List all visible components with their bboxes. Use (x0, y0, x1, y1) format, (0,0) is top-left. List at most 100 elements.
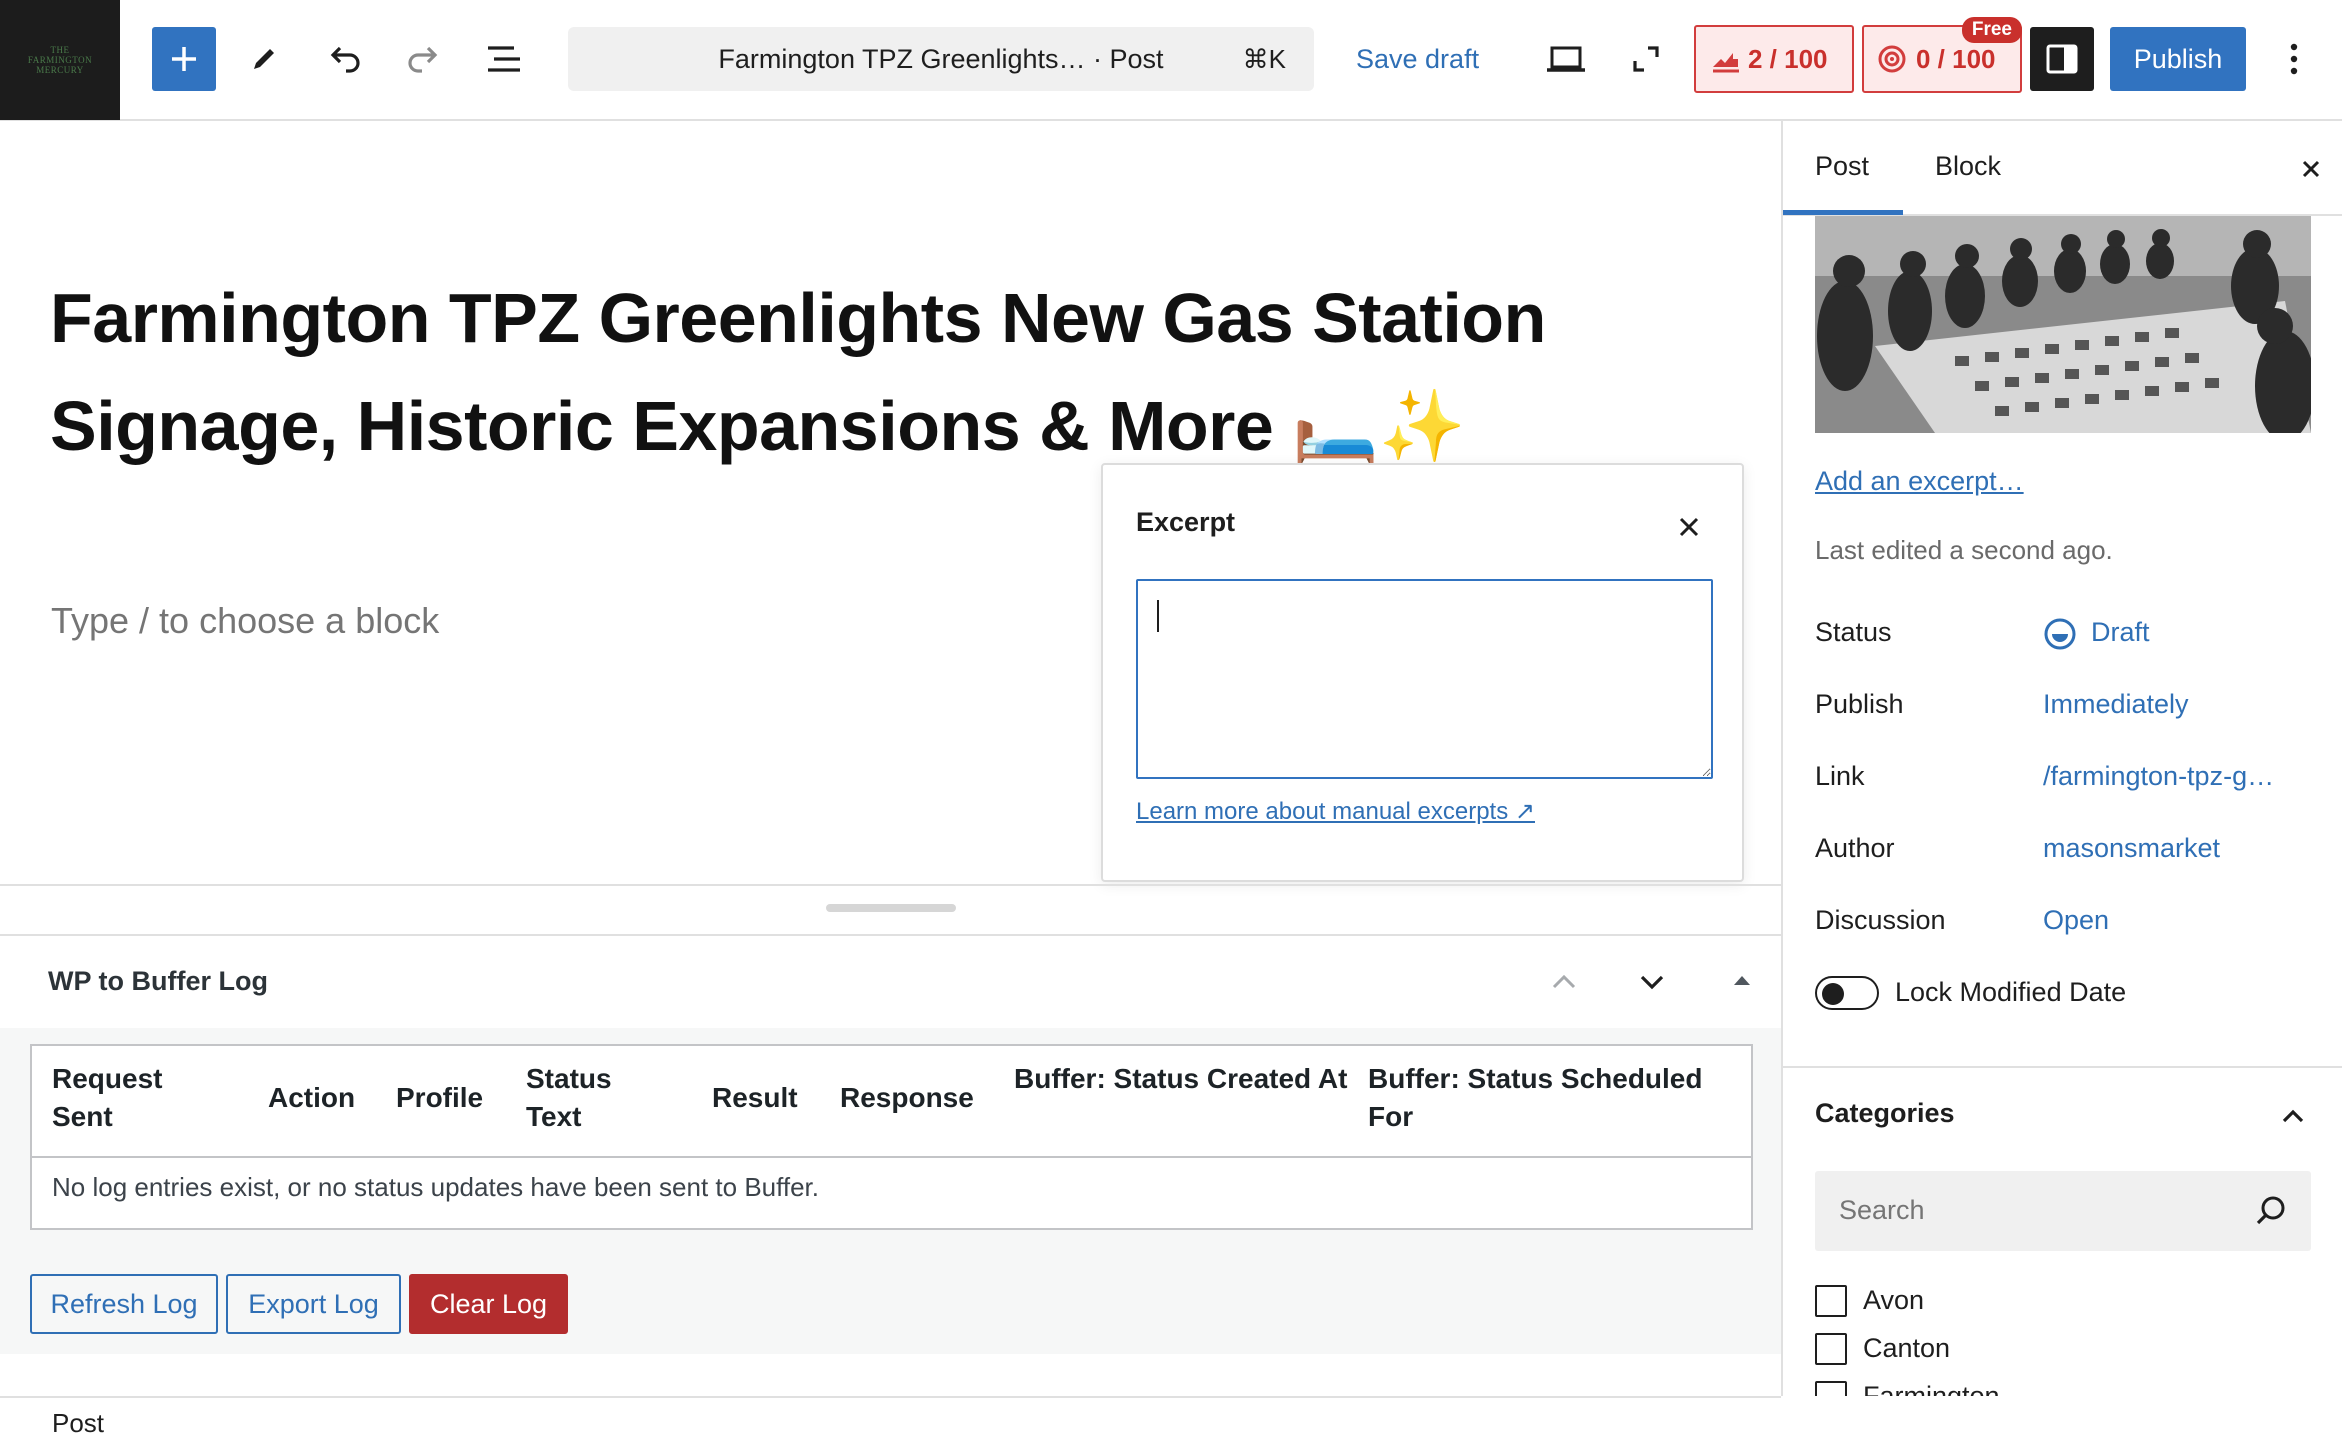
lock-modified-date-toggle[interactable] (1815, 976, 1879, 1010)
add-excerpt-link[interactable]: Add an excerpt… (1815, 466, 2024, 497)
buffer-log-table: Request Sent Action Profile Status Text … (30, 1044, 1753, 1230)
column-header: Buffer: Status Scheduled For (1368, 1063, 1703, 1132)
tab-post[interactable]: Post (1815, 151, 1869, 182)
command-palette-bar[interactable]: Farmington TPZ Greenlights… · Post ⌘K (568, 27, 1314, 91)
settings-sidebar: Post Block Add an excerpt… Last edited a… (1781, 121, 2342, 1396)
document-overview-button[interactable] (472, 27, 536, 91)
column-header: Result (712, 1082, 798, 1113)
category-checkbox[interactable] (1815, 1285, 1847, 1317)
seo-score: 2 / 100 (1748, 44, 1828, 74)
category-label: Farmington (1863, 1381, 2000, 1396)
author-label: Author (1815, 833, 1895, 863)
preview-button[interactable] (1534, 27, 1598, 91)
more-vertical-icon (2290, 43, 2298, 75)
redo-button[interactable] (392, 27, 456, 91)
buffer-log-panel: WP to Buffer Log Request Sent Action Pro… (0, 934, 1781, 1354)
redo-icon (408, 46, 438, 73)
excerpt-heading: Excerpt (1136, 507, 1236, 537)
chevron-up-icon[interactable] (2273, 1096, 2313, 1136)
block-appender-placeholder[interactable]: Type / to choose a block (51, 600, 439, 642)
editor-footer: Post (0, 1396, 1781, 1444)
column-header: Status Text (526, 1063, 612, 1132)
excerpt-popover: Excerpt Learn more about manual excerpts… (1101, 463, 1744, 882)
pencil-icon (254, 49, 274, 69)
column-header: Buffer: Status Created At (1014, 1063, 1348, 1094)
close-icon (2302, 160, 2320, 178)
add-block-button[interactable] (152, 27, 216, 91)
table-divider (32, 1156, 1751, 1158)
active-tab-indicator (1783, 210, 1903, 215)
draft-status-icon (2044, 618, 2076, 650)
column-header: Action (268, 1082, 356, 1113)
top-toolbar: THE FARMINGTON MERCURY Farmington TPZ Gr… (0, 0, 2342, 121)
refresh-log-button[interactable]: Refresh Log (30, 1274, 218, 1334)
featured-image-illustration (1815, 216, 2311, 433)
column-header: Response (840, 1082, 974, 1113)
text-caret (1157, 600, 1159, 632)
author-value[interactable]: masonsmarket (2043, 833, 2220, 864)
desktop-preview-icon (1547, 46, 1585, 72)
table-empty-message: No log entries exist, or no status updat… (52, 1172, 819, 1202)
category-label: Avon (1863, 1285, 1925, 1315)
publish-button[interactable]: Publish (2110, 27, 2246, 91)
excerpt-close-button[interactable] (1669, 507, 1709, 547)
breadcrumb[interactable]: Post (52, 1408, 104, 1439)
column-header: Request Sent (52, 1063, 163, 1132)
triangle-up-icon[interactable] (1728, 966, 1756, 994)
status-value[interactable]: Draft (2091, 617, 2150, 648)
seo-score-button[interactable]: 2 / 100 (1694, 25, 1854, 93)
export-log-button[interactable]: Export Log (226, 1274, 401, 1334)
seo-graph-icon (1713, 53, 1739, 73)
readability-score-button[interactable]: 0 / 100 Free (1862, 17, 2022, 93)
site-logo-text: THE FARMINGTON MERCURY (27, 45, 93, 75)
command-shortcut: ⌘K (1242, 44, 1286, 74)
excerpt-textarea[interactable] (1136, 579, 1713, 779)
learn-more-excerpts-link[interactable]: Learn more about manual excerpts ↗ (1136, 797, 1535, 826)
document-title: Farmington TPZ Greenlights… · Post (718, 44, 1164, 74)
link-label: Link (1815, 761, 1865, 791)
site-logo[interactable]: THE FARMINGTON MERCURY (0, 0, 120, 120)
column-header: Profile (396, 1082, 484, 1113)
close-sidebar-button[interactable] (2293, 151, 2329, 187)
meta-boxes-resize-handle[interactable] (826, 904, 956, 912)
free-badge: Free (1961, 17, 2022, 43)
clear-log-button[interactable]: Clear Log (409, 1274, 568, 1334)
meta-boxes-divider (0, 884, 1781, 886)
settings-sidebar-toggle[interactable] (2030, 27, 2094, 91)
discussion-label: Discussion (1815, 905, 1946, 935)
tab-block[interactable]: Block (1935, 151, 2001, 182)
fullscreen-icon (1633, 46, 1659, 72)
category-checkbox[interactable] (1815, 1381, 1847, 1396)
sidebar-toggle-icon (2046, 44, 2078, 74)
post-title[interactable]: Farmington TPZ Greenlights New Gas Stati… (50, 264, 1730, 480)
chevron-down-icon[interactable] (1632, 962, 1672, 1002)
status-label: Status (1815, 617, 1892, 647)
featured-image[interactable] (1815, 216, 2311, 433)
readability-icon (1878, 45, 1906, 73)
buffer-log-title: WP to Buffer Log (48, 966, 268, 996)
category-search-placeholder: Search (1839, 1195, 1925, 1225)
category-label: Canton (1863, 1333, 1951, 1363)
fullscreen-button[interactable] (1614, 27, 1678, 91)
lock-modified-date-label: Lock Modified Date (1895, 977, 2127, 1007)
publish-label: Publish (1815, 689, 1904, 719)
publish-value[interactable]: Immediately (2043, 689, 2189, 720)
search-icon (2256, 1196, 2285, 1225)
save-draft-button[interactable]: Save draft (1356, 27, 1479, 91)
tools-button[interactable] (232, 27, 296, 91)
chevron-up-icon[interactable] (1544, 962, 1584, 1002)
close-icon (1679, 517, 1699, 537)
buffer-log-header[interactable]: WP to Buffer Log (0, 936, 1781, 1028)
category-checkbox[interactable] (1815, 1333, 1847, 1365)
undo-icon (330, 46, 360, 73)
categories-heading[interactable]: Categories (1815, 1098, 1955, 1129)
panel-divider (1783, 1066, 2342, 1068)
discussion-value[interactable]: Open (2043, 905, 2109, 936)
undo-button[interactable] (312, 27, 376, 91)
plus-icon (172, 47, 196, 71)
category-search-input[interactable]: Search (1815, 1171, 2311, 1251)
list-view-icon (488, 46, 520, 72)
last-edited-text: Last edited a second ago. (1815, 535, 2113, 565)
link-value[interactable]: /farmington-tpz-g… (2043, 761, 2274, 792)
options-button[interactable] (2262, 27, 2326, 91)
